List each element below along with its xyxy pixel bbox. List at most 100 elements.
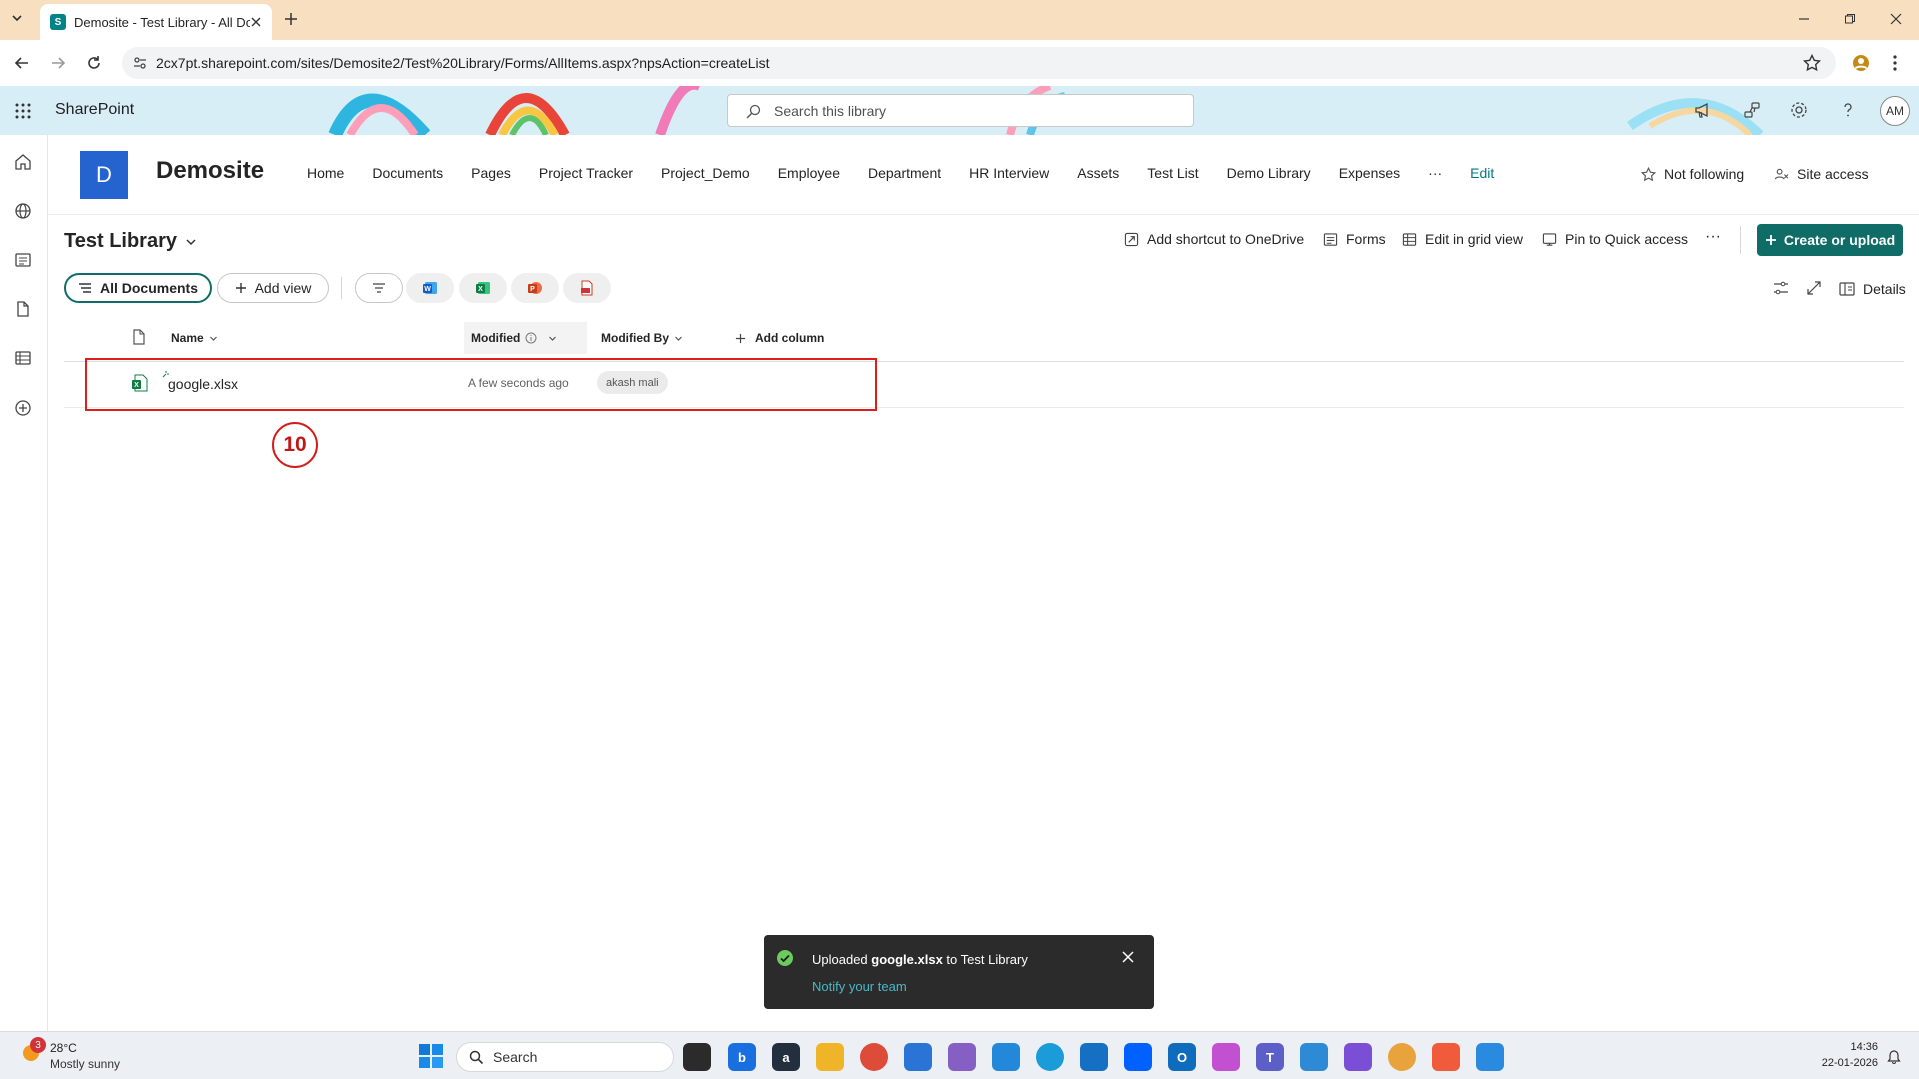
megaphone-icon[interactable] (1694, 101, 1712, 119)
forms-icon (1323, 232, 1338, 247)
photos-icon[interactable] (1476, 1043, 1504, 1071)
powerpoint-filter-chip[interactable]: P (511, 273, 559, 303)
account-avatar[interactable]: AM (1880, 96, 1910, 126)
stacked-app-icon[interactable] (1344, 1043, 1372, 1071)
browser-menu-icon[interactable] (1892, 54, 1898, 72)
dropbox-icon[interactable] (1124, 1043, 1152, 1071)
forward-icon[interactable] (50, 55, 66, 71)
modified-column-header[interactable]: Modified (471, 328, 557, 348)
news-icon[interactable] (14, 251, 32, 269)
list-icon[interactable] (14, 349, 32, 367)
chrome-icon[interactable] (860, 1043, 888, 1071)
pin-quick-access-button[interactable]: Pin to Quick access (1542, 231, 1688, 247)
clock-time[interactable]: 14:36 (1830, 1041, 1878, 1053)
new-tab-icon[interactable] (284, 12, 298, 26)
notepad-icon[interactable] (1300, 1043, 1328, 1071)
minimize-window-icon[interactable] (1798, 13, 1810, 25)
clock-date[interactable]: 22-01-2026 (1810, 1057, 1878, 1069)
nav-more-button[interactable]: ··· (1428, 165, 1442, 181)
copilot-icon[interactable] (1212, 1043, 1240, 1071)
forms-button[interactable]: Forms (1323, 231, 1386, 247)
windows-start-icon[interactable] (418, 1043, 444, 1069)
reload-icon[interactable] (86, 55, 102, 71)
name-column-header[interactable]: Name (171, 328, 218, 348)
notification-bell-icon[interactable] (1887, 1048, 1901, 1064)
weather-temperature[interactable]: 28°C (50, 1041, 77, 1055)
notify-team-link[interactable]: Notify your team (812, 979, 907, 994)
edge-icon[interactable] (1036, 1043, 1064, 1071)
globe-icon[interactable] (14, 202, 32, 220)
share-network-icon[interactable] (1743, 101, 1761, 119)
create-add-icon[interactable] (14, 399, 32, 417)
file-type-header-icon[interactable] (132, 329, 146, 345)
home-icon[interactable] (14, 153, 32, 171)
nav-project-tracker[interactable]: Project Tracker (539, 165, 633, 181)
bookmark-star-icon[interactable] (1803, 54, 1821, 72)
nav-edit-link[interactable]: Edit (1470, 165, 1494, 181)
app-launcher-icon[interactable] (15, 103, 31, 119)
all-documents-view-button[interactable]: All Documents (64, 273, 212, 303)
nav-test-list[interactable]: Test List (1147, 165, 1198, 181)
add-shortcut-button[interactable]: Add shortcut to OneDrive (1124, 231, 1304, 247)
vscode-icon[interactable] (992, 1043, 1020, 1071)
profile-icon[interactable] (1852, 54, 1870, 72)
app-name[interactable]: SharePoint (55, 101, 134, 119)
nav-expenses[interactable]: Expenses (1339, 165, 1400, 181)
amazon-icon[interactable]: a (772, 1043, 800, 1071)
filter-button[interactable] (355, 273, 403, 303)
nav-home[interactable]: Home (307, 165, 344, 181)
close-window-icon[interactable] (1890, 13, 1902, 25)
add-column-button[interactable]: Add column (735, 328, 824, 348)
word-filter-chip[interactable]: W (406, 273, 454, 303)
site-title[interactable]: Demosite (156, 157, 264, 185)
nav-demo-library[interactable]: Demo Library (1227, 165, 1311, 181)
weather-description[interactable]: Mostly sunny (50, 1057, 120, 1071)
back-icon[interactable] (14, 55, 30, 71)
close-icon[interactable] (1122, 951, 1134, 963)
add-view-button[interactable]: Add view (217, 273, 329, 303)
store-icon[interactable] (1080, 1043, 1108, 1071)
nav-project-demo[interactable]: Project_Demo (661, 165, 750, 181)
visual-studio-icon[interactable] (948, 1043, 976, 1071)
bing-icon[interactable]: b (728, 1043, 756, 1071)
close-tab-icon[interactable] (250, 16, 262, 28)
follow-button[interactable]: Not following (1641, 166, 1744, 182)
chrome-active-icon[interactable] (1388, 1043, 1416, 1071)
site-info-icon[interactable] (132, 55, 148, 71)
view-options-icon[interactable] (1773, 281, 1789, 295)
expand-icon[interactable] (1806, 280, 1822, 296)
more-commands-button[interactable]: ··· (1705, 228, 1721, 246)
restore-window-icon[interactable] (1844, 13, 1856, 25)
modified-by-column-header[interactable]: Modified By (601, 328, 683, 348)
outlook-icon[interactable]: O (1168, 1043, 1196, 1071)
task-view-icon[interactable] (683, 1043, 711, 1071)
pdf-filter-chip[interactable] (563, 273, 611, 303)
url-input[interactable]: 2cx7pt.sharepoint.com/sites/Demosite2/Te… (122, 47, 1836, 79)
create-or-upload-button[interactable]: Create or upload (1757, 224, 1903, 256)
tab-list-chevron-icon[interactable] (10, 11, 24, 25)
help-icon[interactable] (1839, 101, 1857, 119)
pin-quick-access-label: Pin to Quick access (1565, 231, 1688, 247)
nav-pages[interactable]: Pages (471, 165, 511, 181)
search-input[interactable]: Search this library (727, 94, 1194, 127)
nav-department[interactable]: Department (868, 165, 941, 181)
nav-employee[interactable]: Employee (778, 165, 840, 181)
file-explorer-icon[interactable] (816, 1043, 844, 1071)
edit-grid-view-button[interactable]: Edit in grid view (1402, 231, 1523, 247)
excel-filter-chip[interactable]: X (459, 273, 507, 303)
nav-hr-interview[interactable]: HR Interview (969, 165, 1049, 181)
people-icon (1774, 167, 1789, 182)
nav-documents[interactable]: Documents (372, 165, 443, 181)
library-title[interactable]: Test Library (64, 230, 197, 253)
settings-app-icon[interactable] (904, 1043, 932, 1071)
browser-tab[interactable]: S Demosite - Test Library - All Do (40, 4, 272, 40)
site-access-button[interactable]: Site access (1774, 166, 1869, 182)
teams-icon[interactable]: T (1256, 1043, 1284, 1071)
red-app-icon[interactable] (1432, 1043, 1460, 1071)
taskbar-search-input[interactable]: Search (456, 1042, 674, 1072)
details-button[interactable]: Details (1839, 281, 1906, 297)
site-logo[interactable]: D (80, 151, 128, 199)
file-icon[interactable] (14, 300, 32, 318)
nav-assets[interactable]: Assets (1077, 165, 1119, 181)
settings-gear-icon[interactable] (1790, 101, 1808, 119)
